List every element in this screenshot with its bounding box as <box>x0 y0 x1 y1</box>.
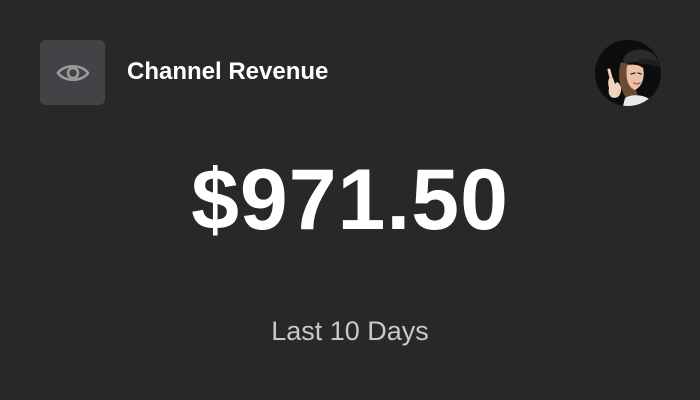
eye-icon <box>55 64 90 81</box>
user-avatar[interactable] <box>595 40 661 106</box>
revenue-card: Channel Revenue $971.50 Last 10 Days <box>0 0 700 400</box>
revenue-period: Last 10 Days <box>271 316 429 346</box>
visibility-toggle-button[interactable] <box>40 40 105 105</box>
avatar-image <box>595 40 661 106</box>
revenue-amount: $971.50 <box>191 152 509 248</box>
card-title: Channel Revenue <box>127 58 329 85</box>
